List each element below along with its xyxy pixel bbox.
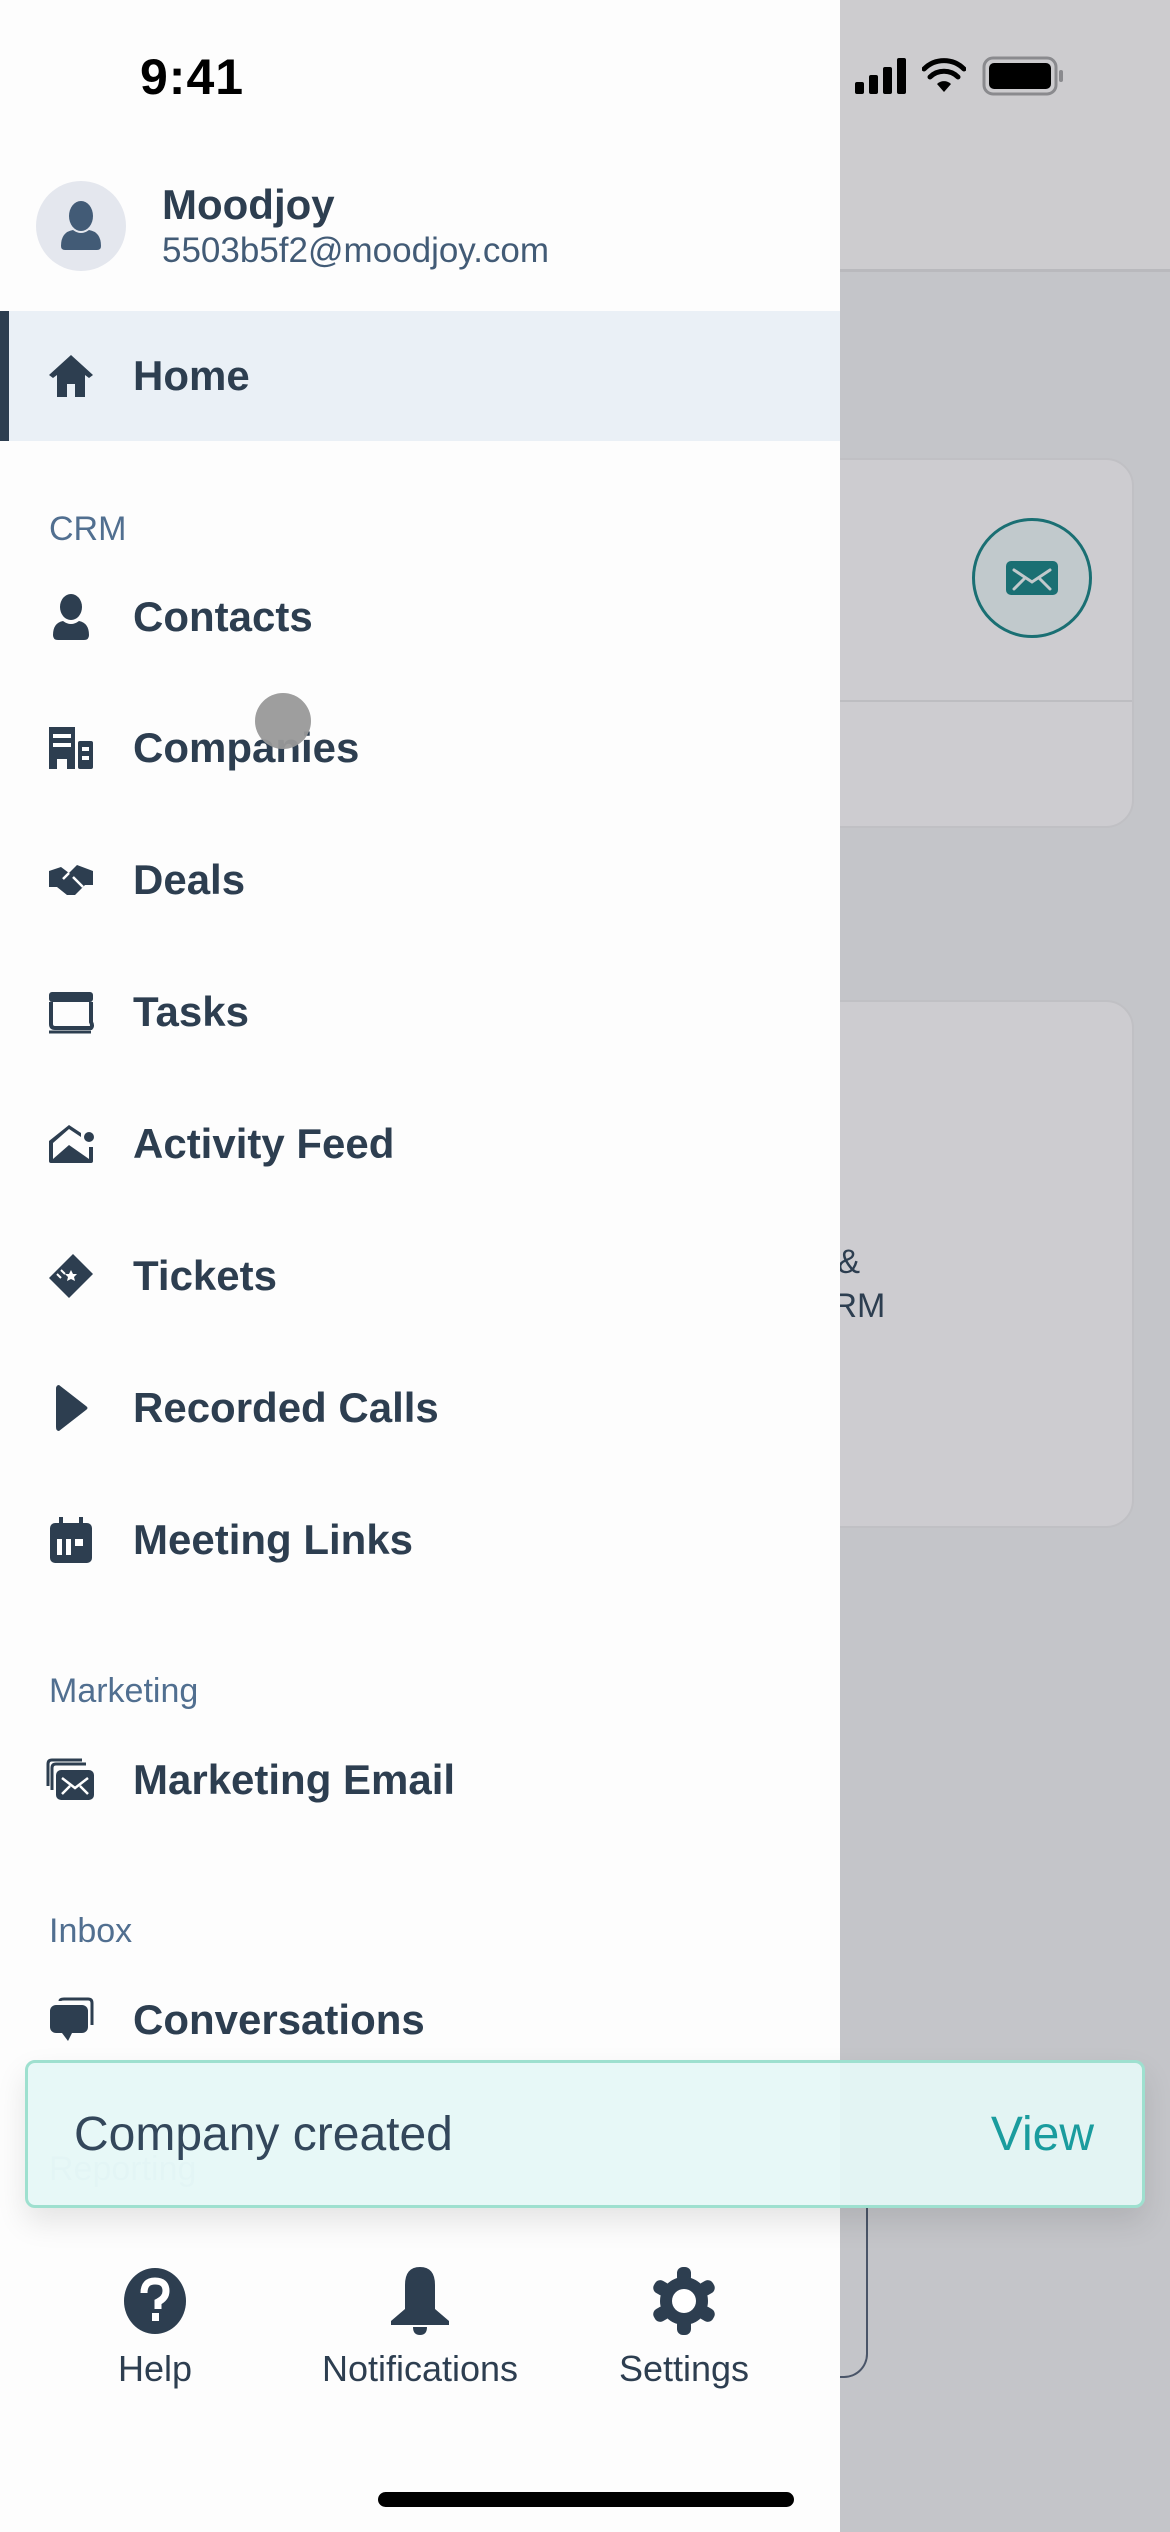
email-button (972, 518, 1092, 638)
avatar (36, 181, 126, 271)
nav-label: Tasks (133, 988, 249, 1035)
nav-label: Conversations (133, 1996, 425, 2043)
toast-view-button[interactable]: View (991, 2107, 1094, 2162)
nav-item-activity-feed[interactable]: Activity Feed (0, 1079, 840, 1209)
bell-icon (387, 2266, 453, 2336)
section-label-marketing: Marketing (49, 1672, 199, 1710)
gear-icon (649, 2266, 719, 2336)
toast-notification: Company created View (25, 2060, 1145, 2208)
help-button[interactable]: Help (35, 2266, 275, 2390)
play-icon (46, 1383, 96, 1433)
notifications-button[interactable]: Notifications (300, 2266, 540, 2390)
ticket-icon (46, 1251, 96, 1301)
settings-button[interactable]: Settings (564, 2266, 804, 2390)
section-label-inbox: Inbox (49, 1912, 133, 1950)
nav-label: Recorded Calls (133, 1384, 439, 1431)
bottom-bar: Help Notifications Settings (0, 2210, 840, 2532)
cellular-signal-icon (855, 58, 906, 94)
user-silhouette-icon (61, 201, 101, 250)
nav-label: Marketing Email (133, 1756, 456, 1803)
nav-label: Contacts (133, 593, 313, 640)
nav-item-companies[interactable]: Companies (0, 683, 840, 813)
bottom-label: Settings (618, 2348, 750, 2389)
touch-indicator (255, 693, 311, 749)
nav-label: Tickets (133, 1252, 277, 1299)
profile-email: 5503b5f2@moodjoy.com (162, 231, 550, 270)
status-icons (855, 56, 1064, 96)
nav-item-tasks[interactable]: Tasks (0, 947, 840, 1077)
help-icon (122, 2266, 188, 2336)
status-time: 9:41 (140, 49, 245, 105)
nav-label: Companies (133, 724, 360, 771)
nav-item-marketing-email[interactable]: Marketing Email (0, 1715, 840, 1845)
marketing-email-icon (46, 1755, 96, 1805)
nav-label: Meeting Links (133, 1516, 414, 1563)
nav-item-home[interactable]: Home (0, 311, 840, 441)
profile-header[interactable]: Moodjoy 5503b5f2@moodjoy.com (36, 180, 549, 272)
nav-label: Activity Feed (133, 1120, 395, 1167)
wifi-icon (922, 58, 966, 92)
toast-message: Company created (74, 2107, 453, 2161)
nav-item-tickets[interactable]: Tickets (0, 1211, 840, 1341)
home-indicator[interactable] (378, 2492, 794, 2507)
nav-label: Home (133, 352, 250, 399)
profile-name: Moodjoy (162, 181, 335, 228)
calendar-icon (46, 1515, 96, 1565)
nav-item-meeting-links[interactable]: Meeting Links (0, 1475, 840, 1605)
tasks-icon (46, 987, 96, 1037)
chat-bubble-icon (46, 1995, 96, 2045)
battery-icon (982, 56, 1063, 96)
contact-icon (46, 592, 96, 642)
handshake-icon (46, 855, 96, 905)
bottom-label: Help (117, 2348, 193, 2389)
nav-item-recorded-calls[interactable]: Recorded Calls (0, 1343, 840, 1473)
building-icon (46, 723, 96, 773)
nav-item-contacts[interactable]: Contacts (0, 552, 840, 682)
bottom-label: Notifications (321, 2348, 519, 2389)
home-icon (46, 351, 96, 401)
nav-item-deals[interactable]: Deals (0, 815, 840, 945)
nav-label: Deals (133, 856, 246, 903)
section-label-crm: CRM (49, 510, 127, 548)
activity-feed-icon (46, 1119, 96, 1169)
envelope-icon (1006, 561, 1058, 595)
